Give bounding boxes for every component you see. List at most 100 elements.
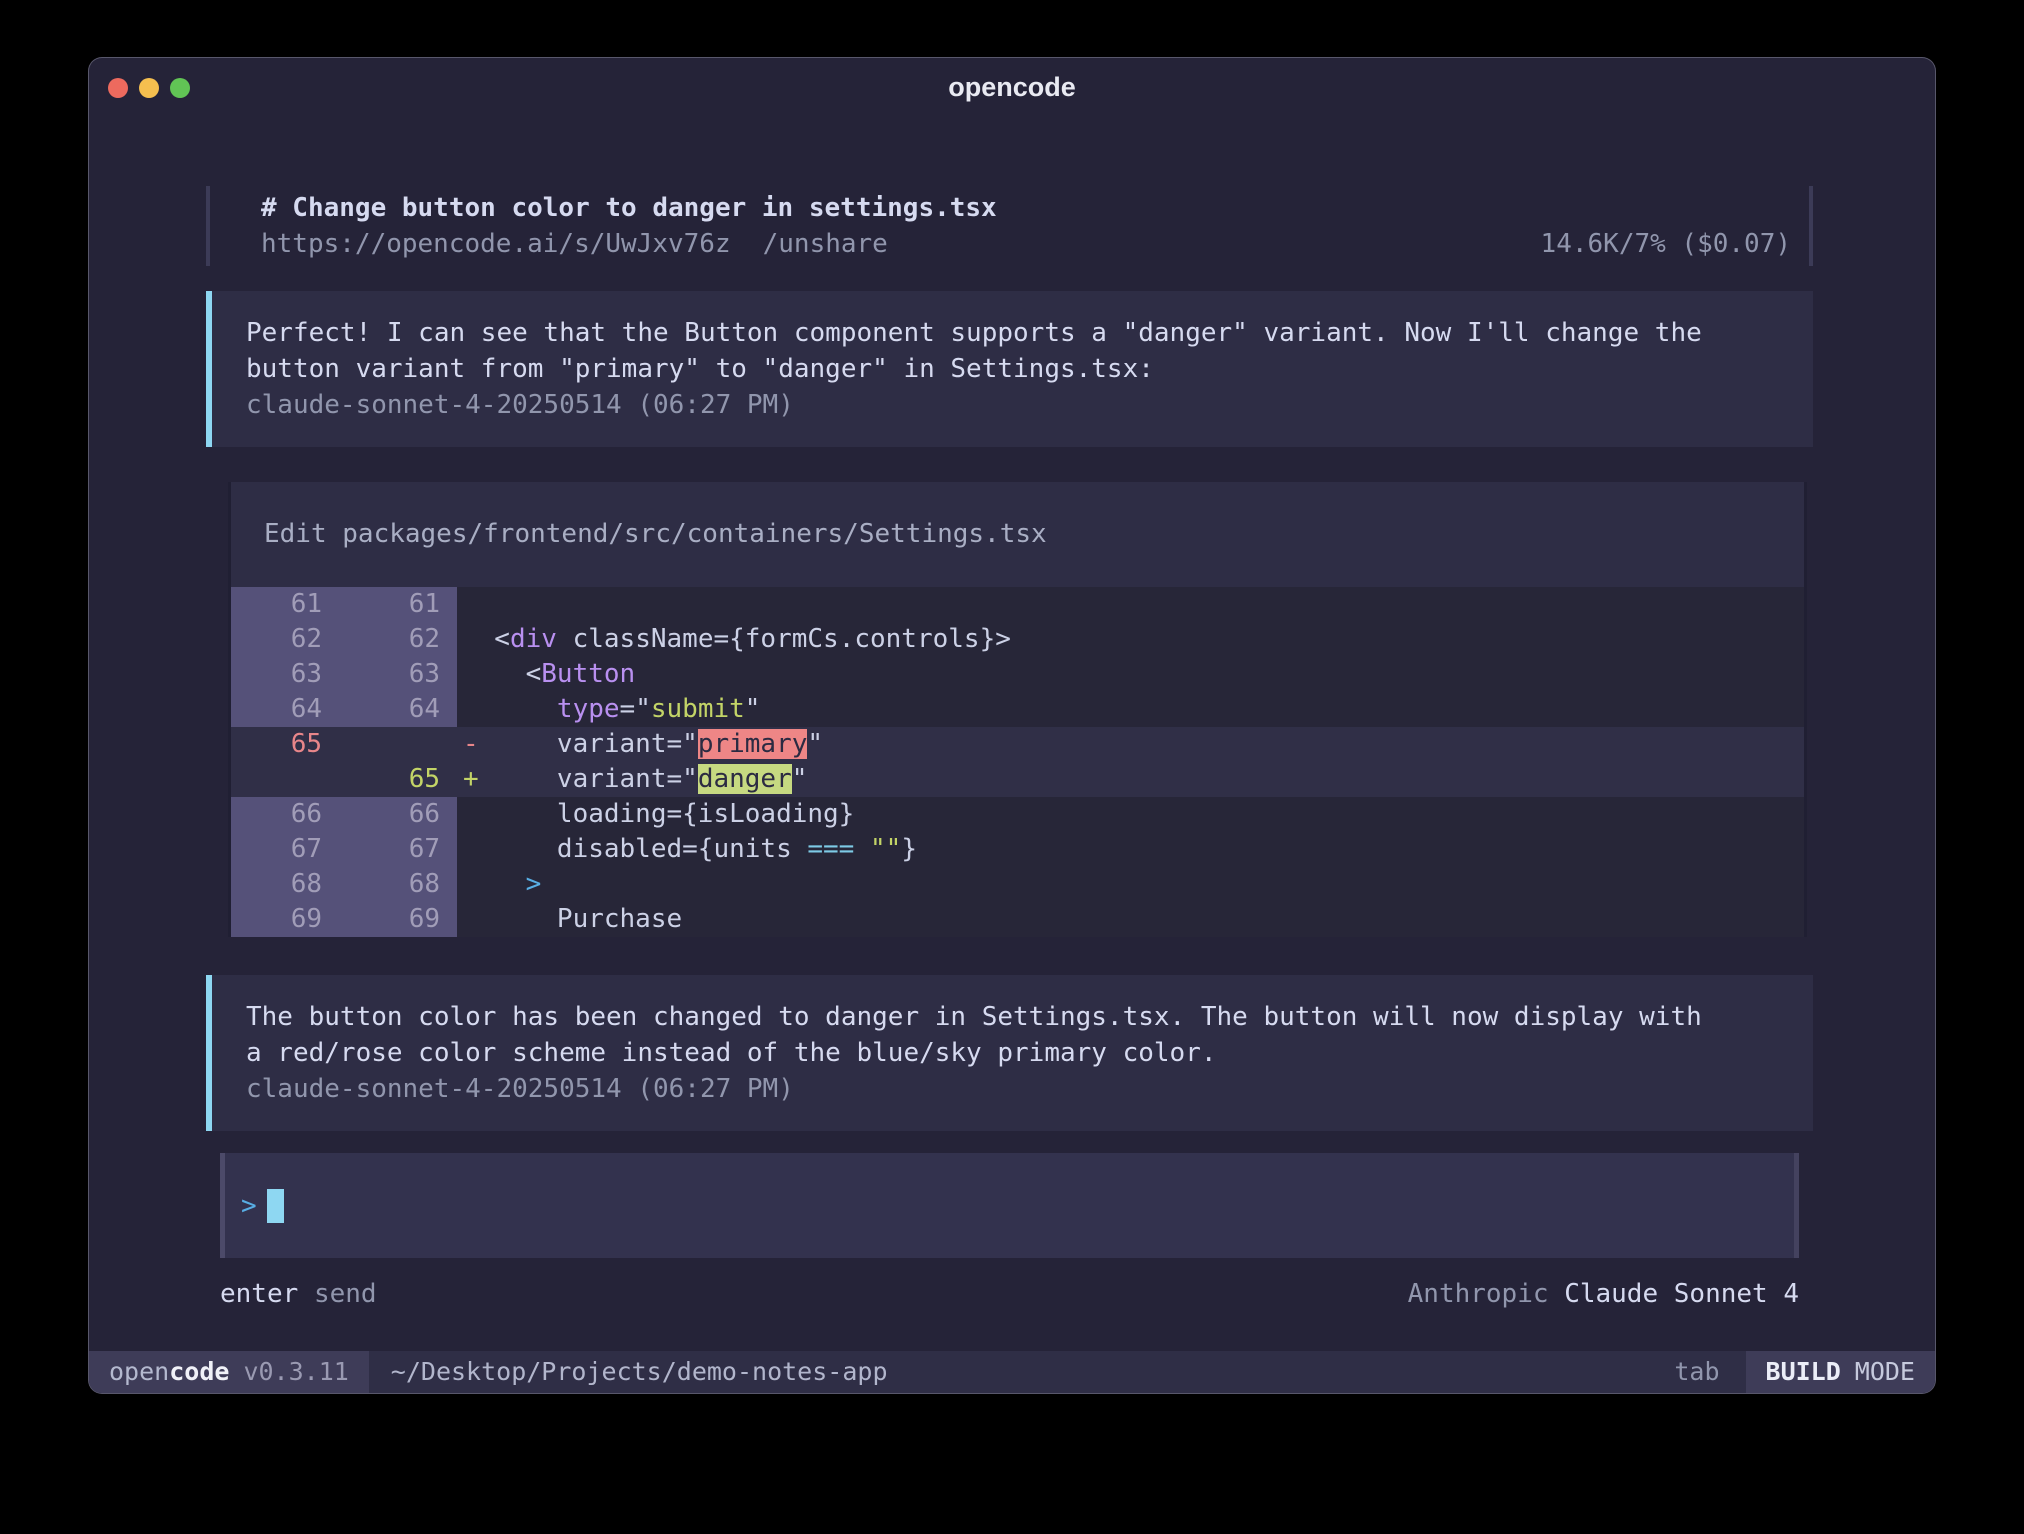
- provider-label: Anthropic: [1408, 1279, 1549, 1309]
- statusbar-spacer: [888, 1351, 1675, 1393]
- edit-tool-card: Edit packages/frontend/src/containers/Se…: [228, 482, 1807, 937]
- session-header: # Change button color to danger in setti…: [206, 186, 1813, 266]
- code-segment: ": [807, 729, 823, 759]
- message-model-timestamp: claude-sonnet-4-20250514 (06:27 PM): [246, 387, 1813, 423]
- text-cursor: [267, 1189, 284, 1223]
- new-line-number: 66: [344, 797, 457, 832]
- enter-key-hint: enter: [220, 1279, 298, 1309]
- input-footer: enter send Anthropic Claude Sonnet 4: [220, 1276, 1799, 1312]
- code-segment: <: [463, 624, 510, 654]
- new-line-number: 61: [344, 587, 457, 622]
- old-line-number: 67: [231, 832, 344, 867]
- mode-build-label: BUILD: [1766, 1357, 1841, 1386]
- code-line: Purchase: [457, 902, 1804, 937]
- old-line-number: 69: [231, 902, 344, 937]
- code-segment: variant=": [463, 764, 698, 794]
- session-subheader: https://opencode.ai/s/UwJxv76z/unshare 1…: [261, 226, 1791, 262]
- model-label: Claude Sonnet 4: [1564, 1279, 1799, 1309]
- mode-mode-label: MODE: [1855, 1357, 1915, 1386]
- opencode-window: opencode # Change button color to danger…: [88, 57, 1936, 1394]
- assistant-message-1: Perfect! I can see that the Button compo…: [206, 291, 1813, 447]
- code-line: [457, 587, 1804, 622]
- new-line-number: 62: [344, 622, 457, 657]
- code-line: loading={isLoading}: [457, 797, 1804, 832]
- app-version-chip: opencode v0.3.11: [89, 1351, 369, 1393]
- old-line-number: 68: [231, 867, 344, 902]
- code-segment: ===: [807, 834, 854, 864]
- old-line-number: 61: [231, 587, 344, 622]
- code-line: >: [457, 867, 1804, 902]
- code-segment: [463, 694, 557, 724]
- diff-row: 65 - variant="primary": [231, 727, 1804, 762]
- new-line-number: [344, 727, 457, 762]
- code-segment: ": [745, 694, 761, 724]
- code-segment: }: [901, 834, 917, 864]
- edit-file-title: Edit packages/frontend/src/containers/Se…: [231, 482, 1804, 587]
- old-line-number: 66: [231, 797, 344, 832]
- traffic-lights: [108, 78, 190, 98]
- code-line: type="submit": [457, 692, 1804, 727]
- build-mode-chip[interactable]: BUILD MODE: [1746, 1351, 1935, 1393]
- code-segment: Button: [541, 659, 635, 689]
- close-button[interactable]: [108, 78, 128, 98]
- diff-marker: +: [463, 762, 479, 797]
- share-info: https://opencode.ai/s/UwJxv76z/unshare: [261, 226, 888, 262]
- diff-row: 6161: [231, 587, 1804, 622]
- app-version: v0.3.11: [243, 1357, 348, 1386]
- minimize-button[interactable]: [139, 78, 159, 98]
- prompt-input[interactable]: >: [220, 1153, 1799, 1258]
- new-line-number: 63: [344, 657, 457, 692]
- unshare-command[interactable]: /unshare: [763, 229, 888, 259]
- code-segment: primary: [698, 729, 808, 759]
- diff-row: 6464 type="submit": [231, 692, 1804, 727]
- code-line: - variant="primary": [457, 727, 1804, 762]
- code-line: + variant="danger": [457, 762, 1804, 797]
- code-segment: type: [557, 694, 620, 724]
- message-text: The button color has been changed to dan…: [246, 999, 1813, 1071]
- code-segment: ": [792, 764, 808, 794]
- diff-view: 61616262 <div className={formCs.controls…: [231, 587, 1804, 937]
- send-hint: enter send: [220, 1276, 377, 1312]
- code-line: <div className={formCs.controls}>: [457, 622, 1804, 657]
- old-line-number: [231, 762, 344, 797]
- new-line-number: 69: [344, 902, 457, 937]
- working-directory: ~/Desktop/Projects/demo-notes-app: [391, 1351, 888, 1393]
- code-segment: =": [620, 694, 651, 724]
- message-text: Perfect! I can see that the Button compo…: [246, 315, 1813, 387]
- old-line-number: 64: [231, 692, 344, 727]
- share-url[interactable]: https://opencode.ai/s/UwJxv76z: [261, 229, 731, 259]
- token-stats: 14.6K/7% ($0.07): [1541, 226, 1791, 262]
- code-segment: danger: [698, 764, 792, 794]
- new-line-number: 64: [344, 692, 457, 727]
- screen: opencode # Change button color to danger…: [0, 0, 2024, 1534]
- diff-row: 6262 <div className={formCs.controls}>: [231, 622, 1804, 657]
- code-line: disabled={units === ""}: [457, 832, 1804, 867]
- code-segment: submit: [651, 694, 745, 724]
- code-segment: "": [870, 834, 901, 864]
- window-title: opencode: [89, 58, 1935, 116]
- model-indicator: Anthropic Claude Sonnet 4: [1408, 1276, 1799, 1312]
- code-segment: loading={isLoading}: [463, 799, 854, 829]
- tab-key-hint[interactable]: tab: [1674, 1351, 1719, 1393]
- code-segment: >: [526, 869, 542, 899]
- diff-row: 6969 Purchase: [231, 902, 1804, 937]
- code-line: <Button: [457, 657, 1804, 692]
- app-name-open: open: [109, 1357, 169, 1386]
- old-line-number: 65: [231, 727, 344, 762]
- maximize-button[interactable]: [170, 78, 190, 98]
- old-line-number: 63: [231, 657, 344, 692]
- code-segment: Purchase: [463, 904, 682, 934]
- assistant-message-2: The button color has been changed to dan…: [206, 975, 1813, 1131]
- new-line-number: 65: [344, 762, 457, 797]
- main-content: # Change button color to danger in setti…: [89, 186, 1935, 1312]
- new-line-number: 68: [344, 867, 457, 902]
- app-name-code: code: [169, 1357, 229, 1386]
- code-segment: <: [463, 659, 541, 689]
- diff-row: 6363 <Button: [231, 657, 1804, 692]
- diff-row: 6767 disabled={units === ""}: [231, 832, 1804, 867]
- prompt-caret: >: [241, 1191, 257, 1221]
- diff-row: 6868 >: [231, 867, 1804, 902]
- titlebar: opencode: [89, 58, 1935, 116]
- code-segment: [854, 834, 870, 864]
- code-segment: className={formCs.controls}>: [557, 624, 1011, 654]
